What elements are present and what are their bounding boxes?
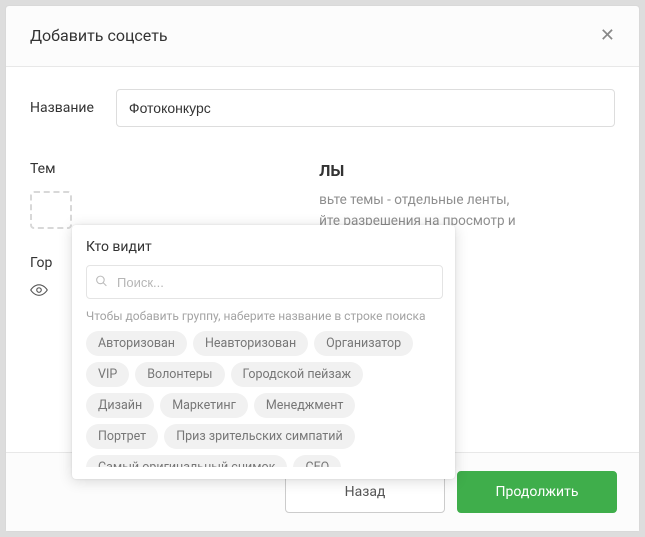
desc-line: вьте темы - отдельные ленты, [319, 190, 615, 211]
continue-button[interactable]: Продолжить [457, 471, 617, 513]
modal-title: Добавить соцсеть [30, 26, 168, 45]
popover-hint: Чтобы добавить группу, наберите название… [86, 309, 443, 323]
group-tag[interactable]: Самый оригинальный снимок [86, 455, 287, 467]
visibility-popover: Кто видит Чтобы добавить группу, наберит… [72, 225, 455, 479]
name-row: Название [30, 89, 615, 127]
eye-icon [30, 284, 48, 303]
group-tag[interactable]: Городской пейзаж [231, 362, 364, 387]
group-tag[interactable]: Портрет [86, 424, 158, 449]
group-tag[interactable]: CEO [293, 455, 341, 467]
close-icon: ✕ [600, 25, 615, 46]
name-input[interactable] [116, 89, 615, 127]
group-tag[interactable]: Приз зрительских симпатий [164, 424, 355, 449]
right-title-fragment: ЛЫ [319, 161, 615, 180]
modal: Добавить соцсеть ✕ Название Тем Гор ЛЫ [5, 5, 640, 532]
modal-header: Добавить соцсеть ✕ [6, 6, 639, 66]
tags-container: АвторизованНеавторизованОрганизатор VIPВо… [86, 331, 433, 467]
search-icon [95, 273, 108, 292]
topics-label-fragment: Тем [30, 161, 299, 177]
close-button[interactable]: ✕ [600, 27, 615, 45]
search-wrap [86, 265, 443, 299]
group-tag[interactable]: Волонтеры [135, 362, 224, 387]
popover-title: Кто видит [86, 239, 443, 255]
group-tag[interactable]: Авторизован [86, 331, 187, 356]
group-tag[interactable]: VIP [86, 362, 129, 387]
add-slot[interactable] [30, 191, 72, 229]
group-tag[interactable]: Маркетинг [160, 393, 248, 418]
group-tag[interactable]: Менеджмент [254, 393, 356, 418]
name-label: Название [30, 100, 94, 116]
search-input[interactable] [86, 265, 443, 299]
group-tag[interactable]: Организатор [314, 331, 413, 356]
group-tag[interactable]: Неавторизован [193, 331, 308, 356]
modal-body: Название Тем Гор ЛЫ вьте темы - отдельны… [6, 66, 639, 452]
tags-scroll[interactable]: АвторизованНеавторизованОрганизатор VIPВо… [86, 331, 443, 467]
group-tag[interactable]: Дизайн [86, 393, 154, 418]
